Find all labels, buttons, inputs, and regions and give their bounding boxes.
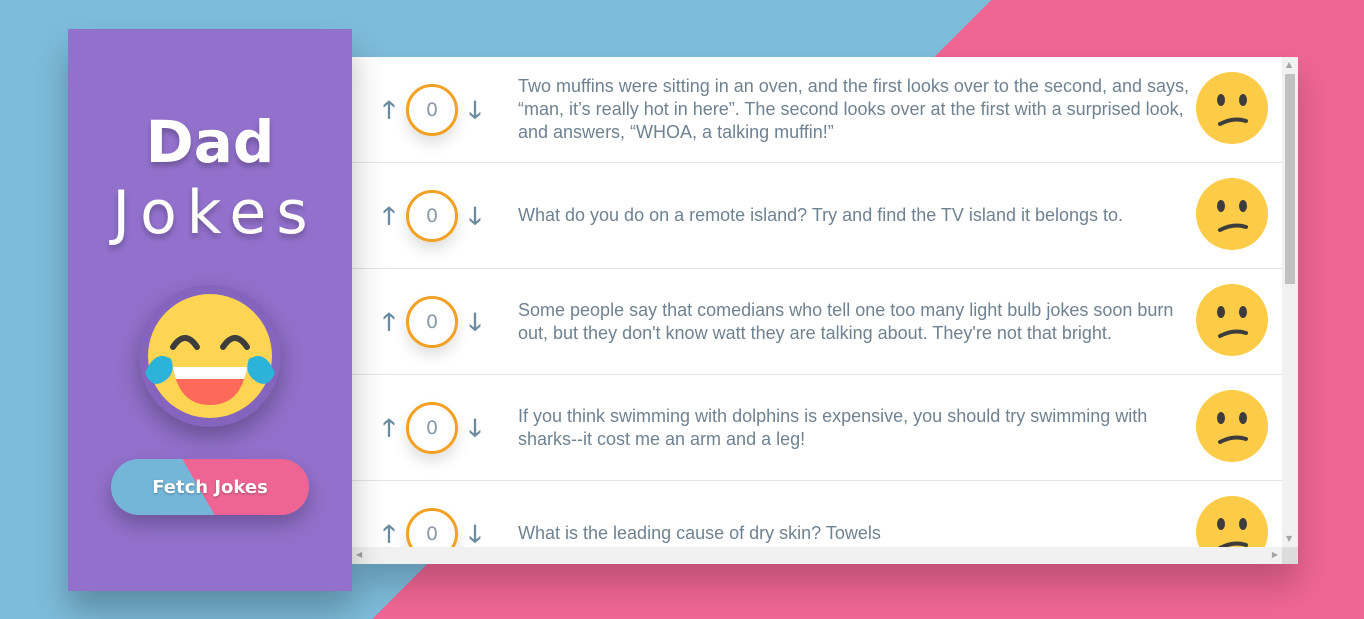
title-jokes: Jokes [112, 178, 318, 248]
joke-item: 🡑 0 🡓 If you think swimming with dolphin… [352, 375, 1282, 481]
scroll-up-icon[interactable]: ▲ [1286, 61, 1292, 69]
joke-text: Two muffins were sitting in an oven, and… [518, 76, 1190, 142]
arrow-up-icon[interactable]: 🡑 [378, 522, 400, 546]
vote-controls: 🡑 0 🡓 [352, 401, 518, 454]
joke-item: 🡑 0 🡓 Two muffins were sitting in an ove… [352, 57, 1282, 163]
scrollbar-corner [1282, 547, 1298, 564]
joke-text: Some people say that comedians who tell … [518, 299, 1174, 343]
fetch-jokes-button[interactable]: Fetch Jokes [111, 459, 309, 515]
joke-text: What is the leading cause of dry skin? T… [518, 523, 881, 543]
joke-item: 🡑 0 🡓 Some people say that comedians who… [352, 269, 1282, 375]
joke-score: 0 [406, 83, 458, 136]
vote-controls: 🡑 0 🡓 [352, 295, 518, 348]
laughing-tears-face-icon [139, 285, 281, 427]
joke-score: 0 [406, 295, 458, 348]
arrow-down-icon[interactable]: 🡓 [464, 310, 486, 334]
vote-controls: 🡑 0 🡓 [352, 507, 518, 547]
confused-face-icon [1196, 72, 1268, 144]
joke-item: 🡑 0 🡓 What do you do on a remote island?… [352, 163, 1282, 269]
vertical-scroll-thumb[interactable] [1285, 74, 1295, 284]
jokes-panel: 🡑 0 🡓 Two muffins were sitting in an ove… [352, 57, 1298, 564]
scroll-down-icon[interactable]: ▼ [1286, 535, 1292, 543]
confused-face-icon [1196, 390, 1268, 462]
arrow-up-icon[interactable]: 🡑 [378, 310, 400, 334]
arrow-down-icon[interactable]: 🡓 [464, 204, 486, 228]
vertical-scrollbar[interactable]: ▲ ▼ [1282, 57, 1298, 547]
vote-controls: 🡑 0 🡓 [352, 189, 518, 242]
joke-text: If you think swimming with dolphins is e… [518, 405, 1148, 449]
confused-face-icon [1196, 178, 1268, 250]
joke-score: 0 [406, 507, 458, 547]
scroll-right-icon[interactable]: ▶ [1272, 551, 1278, 559]
arrow-up-icon[interactable]: 🡑 [378, 416, 400, 440]
vote-controls: 🡑 0 🡓 [352, 83, 518, 136]
confused-face-icon [1196, 284, 1268, 356]
arrow-down-icon[interactable]: 🡓 [464, 98, 486, 122]
scroll-left-icon[interactable]: ◀ [356, 551, 362, 559]
arrow-up-icon[interactable]: 🡑 [378, 98, 400, 122]
title-dad: Dad [145, 108, 275, 176]
joke-item: 🡑 0 🡓 What is the leading cause of dry s… [352, 481, 1282, 547]
joke-score: 0 [406, 189, 458, 242]
confused-face-icon [1196, 496, 1268, 547]
joke-text: What do you do on a remote island? Try a… [518, 205, 1124, 225]
arrow-down-icon[interactable]: 🡓 [464, 416, 486, 440]
horizontal-scrollbar[interactable]: ◀ ▶ [352, 547, 1282, 564]
jokes-list[interactable]: 🡑 0 🡓 Two muffins were sitting in an ove… [352, 57, 1282, 547]
arrow-up-icon[interactable]: 🡑 [378, 204, 400, 228]
sidebar: Dad Jokes Fetch Jokes [68, 29, 352, 591]
arrow-down-icon[interactable]: 🡓 [464, 522, 486, 546]
joke-score: 0 [406, 401, 458, 454]
